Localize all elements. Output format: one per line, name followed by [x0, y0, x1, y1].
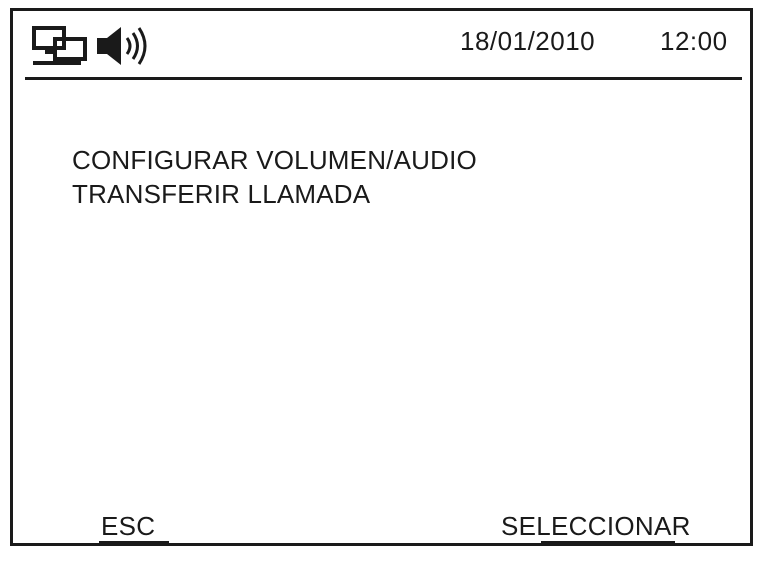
menu-list: CONFIGURAR VOLUMEN/AUDIO TRANSFERIR LLAM… [72, 143, 477, 211]
esc-softkey[interactable]: ESC [101, 511, 155, 542]
time-display: 12:00 [660, 26, 728, 56]
header-divider [25, 77, 742, 80]
menu-item-transferir-llamada[interactable]: TRANSFERIR LLAMADA [72, 177, 477, 211]
select-softkey-underline [541, 541, 675, 543]
esc-softkey-underline [99, 541, 169, 543]
device-screen: 18/01/2010 12:00 CONFIGURAR VOLUMEN/AUDI… [10, 8, 753, 546]
date-display: 18/01/2010 [460, 26, 596, 56]
status-bar: 18/01/2010 12:00 [13, 11, 750, 79]
speaker-icon [97, 27, 147, 65]
menu-item-configurar-volumen-audio[interactable]: CONFIGURAR VOLUMEN/AUDIO [72, 143, 477, 177]
network-icon [32, 26, 87, 65]
select-softkey[interactable]: SELECCIONAR [501, 511, 691, 542]
